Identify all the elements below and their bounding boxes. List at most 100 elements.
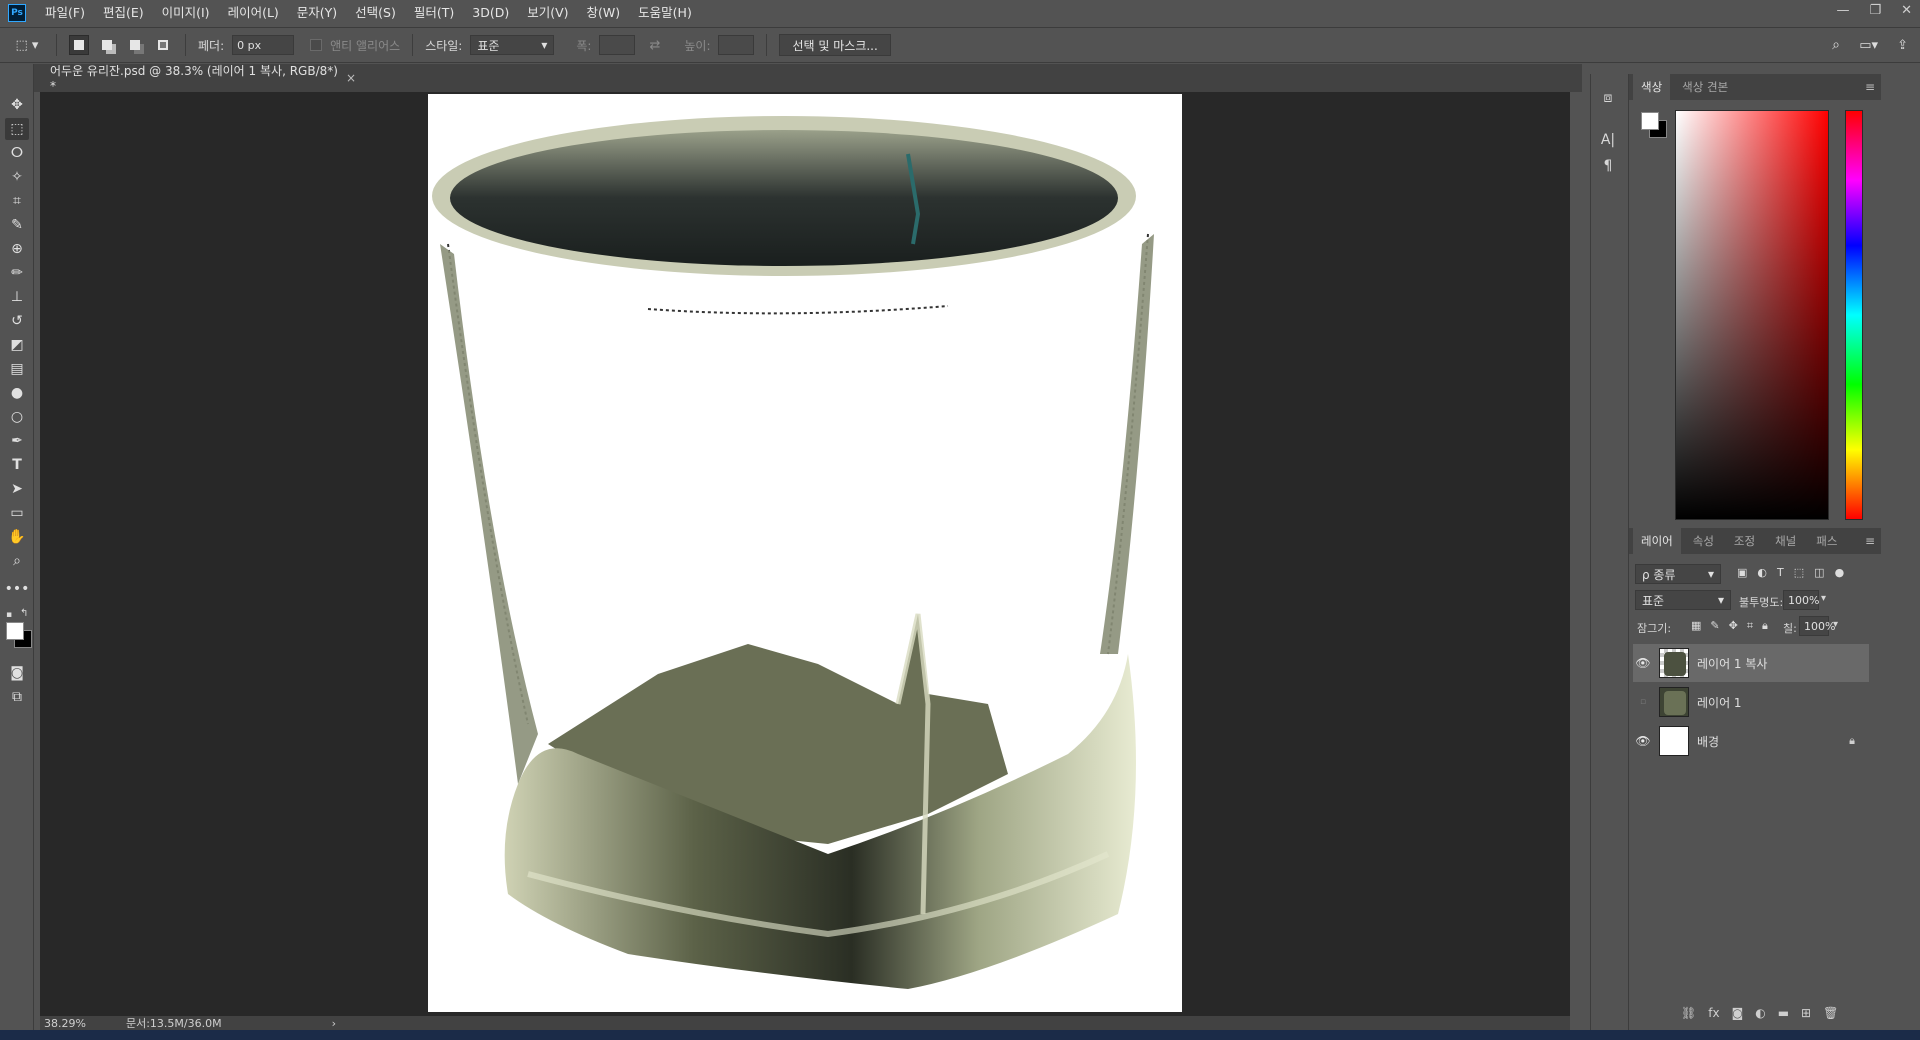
eraser-tool-icon[interactable]: ◩ <box>5 334 29 356</box>
gradient-tool-icon[interactable]: ▤ <box>5 358 29 380</box>
select-and-mask-button[interactable]: 선택 및 마스크... <box>779 34 891 56</box>
foreground-swatch[interactable] <box>1641 112 1659 130</box>
fx-icon[interactable]: fx <box>1708 1006 1719 1020</box>
magic-wand-tool-icon[interactable]: ✧ <box>5 166 29 188</box>
add-selection-button[interactable] <box>97 35 117 55</box>
visibility-toggle-icon[interactable]: ▫ <box>1633 697 1653 707</box>
character-panel-icon[interactable]: A| <box>1598 130 1618 150</box>
swap-colors-icon[interactable]: ↰ <box>20 608 28 619</box>
filter-toggle-icon[interactable]: ● <box>1835 566 1845 579</box>
more-tools-icon[interactable]: ••• <box>5 578 30 600</box>
brush-tool-icon[interactable]: ✏ <box>5 262 29 284</box>
crop-tool-icon[interactable]: ⌗ <box>5 190 29 212</box>
folder-icon[interactable]: ▬ <box>1778 1006 1789 1020</box>
menu-file[interactable]: 파일(F) <box>36 0 94 26</box>
move-tool-icon[interactable]: ✥ <box>5 94 29 116</box>
lock-all-icon[interactable]: 🔒︎ <box>1762 619 1768 633</box>
smart-object-filter-icon[interactable]: ◫ <box>1814 566 1824 579</box>
layer-name[interactable]: 배경 <box>1697 733 1719 750</box>
minimize-icon[interactable]: — <box>1836 0 1849 22</box>
close-tab-icon[interactable]: × <box>346 71 356 85</box>
tab-adjustments[interactable]: 조정 <box>1726 528 1763 554</box>
zoom-level[interactable]: 38.29% <box>44 1017 86 1030</box>
default-colors-icon[interactable]: ▪ <box>6 610 16 620</box>
hue-slider[interactable] <box>1845 110 1863 520</box>
blur-tool-icon[interactable]: ● <box>5 382 29 404</box>
layer-row[interactable]: 👁︎ 배경 🔒︎ <box>1633 722 1869 760</box>
mask-icon[interactable]: ◙ <box>1732 1006 1744 1020</box>
menu-select[interactable]: 선택(S) <box>346 0 405 26</box>
adjustment-icon[interactable]: ◐ <box>1755 1006 1765 1020</box>
layer-row[interactable]: ▫ 레이어 1 <box>1633 683 1869 721</box>
new-selection-button[interactable] <box>69 35 89 55</box>
paragraph-panel-icon[interactable]: ¶ <box>1598 156 1618 176</box>
document-tab[interactable]: 어두운 유리잔.psd @ 38.3% (레이어 1 복사, RGB/8*) *… <box>40 64 366 93</box>
menu-view[interactable]: 보기(V) <box>518 0 577 26</box>
lock-transparency-icon[interactable]: ▦ <box>1691 619 1701 633</box>
lasso-tool-icon[interactable]: ⵔ <box>5 142 29 164</box>
tab-paths[interactable]: 패스 <box>1808 528 1845 554</box>
tab-properties[interactable]: 속성 <box>1685 528 1722 554</box>
menu-help[interactable]: 도움말(H) <box>629 0 701 26</box>
type-filter-icon[interactable]: T <box>1777 566 1784 579</box>
restore-icon[interactable]: ❐ <box>1869 0 1881 22</box>
path-selection-tool-icon[interactable]: ➤ <box>5 478 29 500</box>
antialias-checkbox[interactable] <box>310 39 323 51</box>
chevron-down-icon[interactable]: ▾ <box>1833 619 1838 630</box>
status-arrow-icon[interactable]: › <box>332 1017 336 1030</box>
close-icon[interactable]: ✕ <box>1901 0 1912 22</box>
search-icon[interactable]: ⌕ <box>1832 37 1840 53</box>
eyedropper-tool-icon[interactable]: ✎ <box>5 214 29 236</box>
tab-layers[interactable]: 레이어 <box>1633 528 1681 554</box>
menu-layer[interactable]: 레이어(L) <box>219 0 288 26</box>
pen-tool-icon[interactable]: ✒ <box>5 430 29 452</box>
shape-filter-icon[interactable]: ⬚ <box>1794 566 1804 579</box>
chevron-down-icon[interactable]: ▾ <box>1821 593 1826 604</box>
fill-input[interactable]: 100% <box>1799 616 1835 636</box>
workspace-icon[interactable]: ▭▾ <box>1859 38 1878 53</box>
width-input[interactable] <box>599 35 636 55</box>
intersect-selection-button[interactable] <box>153 35 173 55</box>
feather-input[interactable]: 0 px <box>232 35 295 55</box>
screen-mode-icon[interactable]: ⧉ <box>5 686 29 708</box>
foreground-color-swatch[interactable] <box>6 622 24 640</box>
lock-pixels-icon[interactable]: ✎ <box>1710 619 1719 633</box>
zoom-tool-icon[interactable]: ⌕ <box>5 550 29 572</box>
share-icon[interactable]: ⇪ <box>1897 38 1908 53</box>
lock-position-icon[interactable]: ✥ <box>1729 619 1738 633</box>
link-icon[interactable]: ⛓ <box>1681 1006 1696 1020</box>
stamp-tool-icon[interactable]: ⊥ <box>5 286 29 308</box>
color-field[interactable] <box>1675 110 1829 520</box>
subtract-selection-button[interactable] <box>125 35 145 55</box>
menu-3d[interactable]: 3D(D) <box>463 0 518 26</box>
lock-artboard-icon[interactable]: ⌗ <box>1747 619 1753 633</box>
document-canvas[interactable] <box>428 94 1182 1012</box>
menu-image[interactable]: 이미지(I) <box>153 0 219 26</box>
marquee-tool-icon[interactable]: ⬚ <box>5 118 29 140</box>
pixel-filter-icon[interactable]: ▣ <box>1737 566 1747 579</box>
healing-brush-tool-icon[interactable]: ⊕ <box>5 238 29 260</box>
dodge-tool-icon[interactable]: ○ <box>5 406 29 428</box>
type-tool-icon[interactable]: T <box>5 454 29 476</box>
menu-window[interactable]: 창(W) <box>578 0 630 26</box>
quick-mask-icon[interactable]: ◙ <box>5 662 29 684</box>
height-input[interactable] <box>718 35 755 55</box>
swap-icon[interactable]: ⇄ <box>649 38 660 53</box>
tab-swatches[interactable]: 색상 견본 <box>1674 74 1736 100</box>
history-brush-tool-icon[interactable]: ↺ <box>5 310 29 332</box>
blend-mode-select[interactable]: 표준 ▾ <box>1635 590 1731 610</box>
layer-filter-select[interactable]: ρ 종류 ▾ <box>1635 564 1721 584</box>
menu-edit[interactable]: 편집(E) <box>94 0 153 26</box>
hand-tool-icon[interactable]: ✋ <box>5 526 29 548</box>
style-select[interactable]: 표준 ▾ <box>470 35 555 55</box>
tab-channels[interactable]: 채널 <box>1767 528 1804 554</box>
rectangle-tool-icon[interactable]: ▭ <box>5 502 29 524</box>
lock-icon[interactable]: 🔒︎ <box>1849 734 1855 748</box>
adjustment-filter-icon[interactable]: ◐ <box>1757 566 1767 579</box>
marquee-preset-icon[interactable]: ⬚ ▾ <box>10 35 44 55</box>
new-layer-icon[interactable]: ⊞ <box>1801 1006 1811 1020</box>
menu-filter[interactable]: 필터(T) <box>405 0 463 26</box>
history-panel-icon[interactable]: ⧈ <box>1598 88 1618 108</box>
layer-row[interactable]: 👁︎ 레이어 1 복사 <box>1633 644 1869 682</box>
tab-color[interactable]: 색상 <box>1633 74 1671 100</box>
